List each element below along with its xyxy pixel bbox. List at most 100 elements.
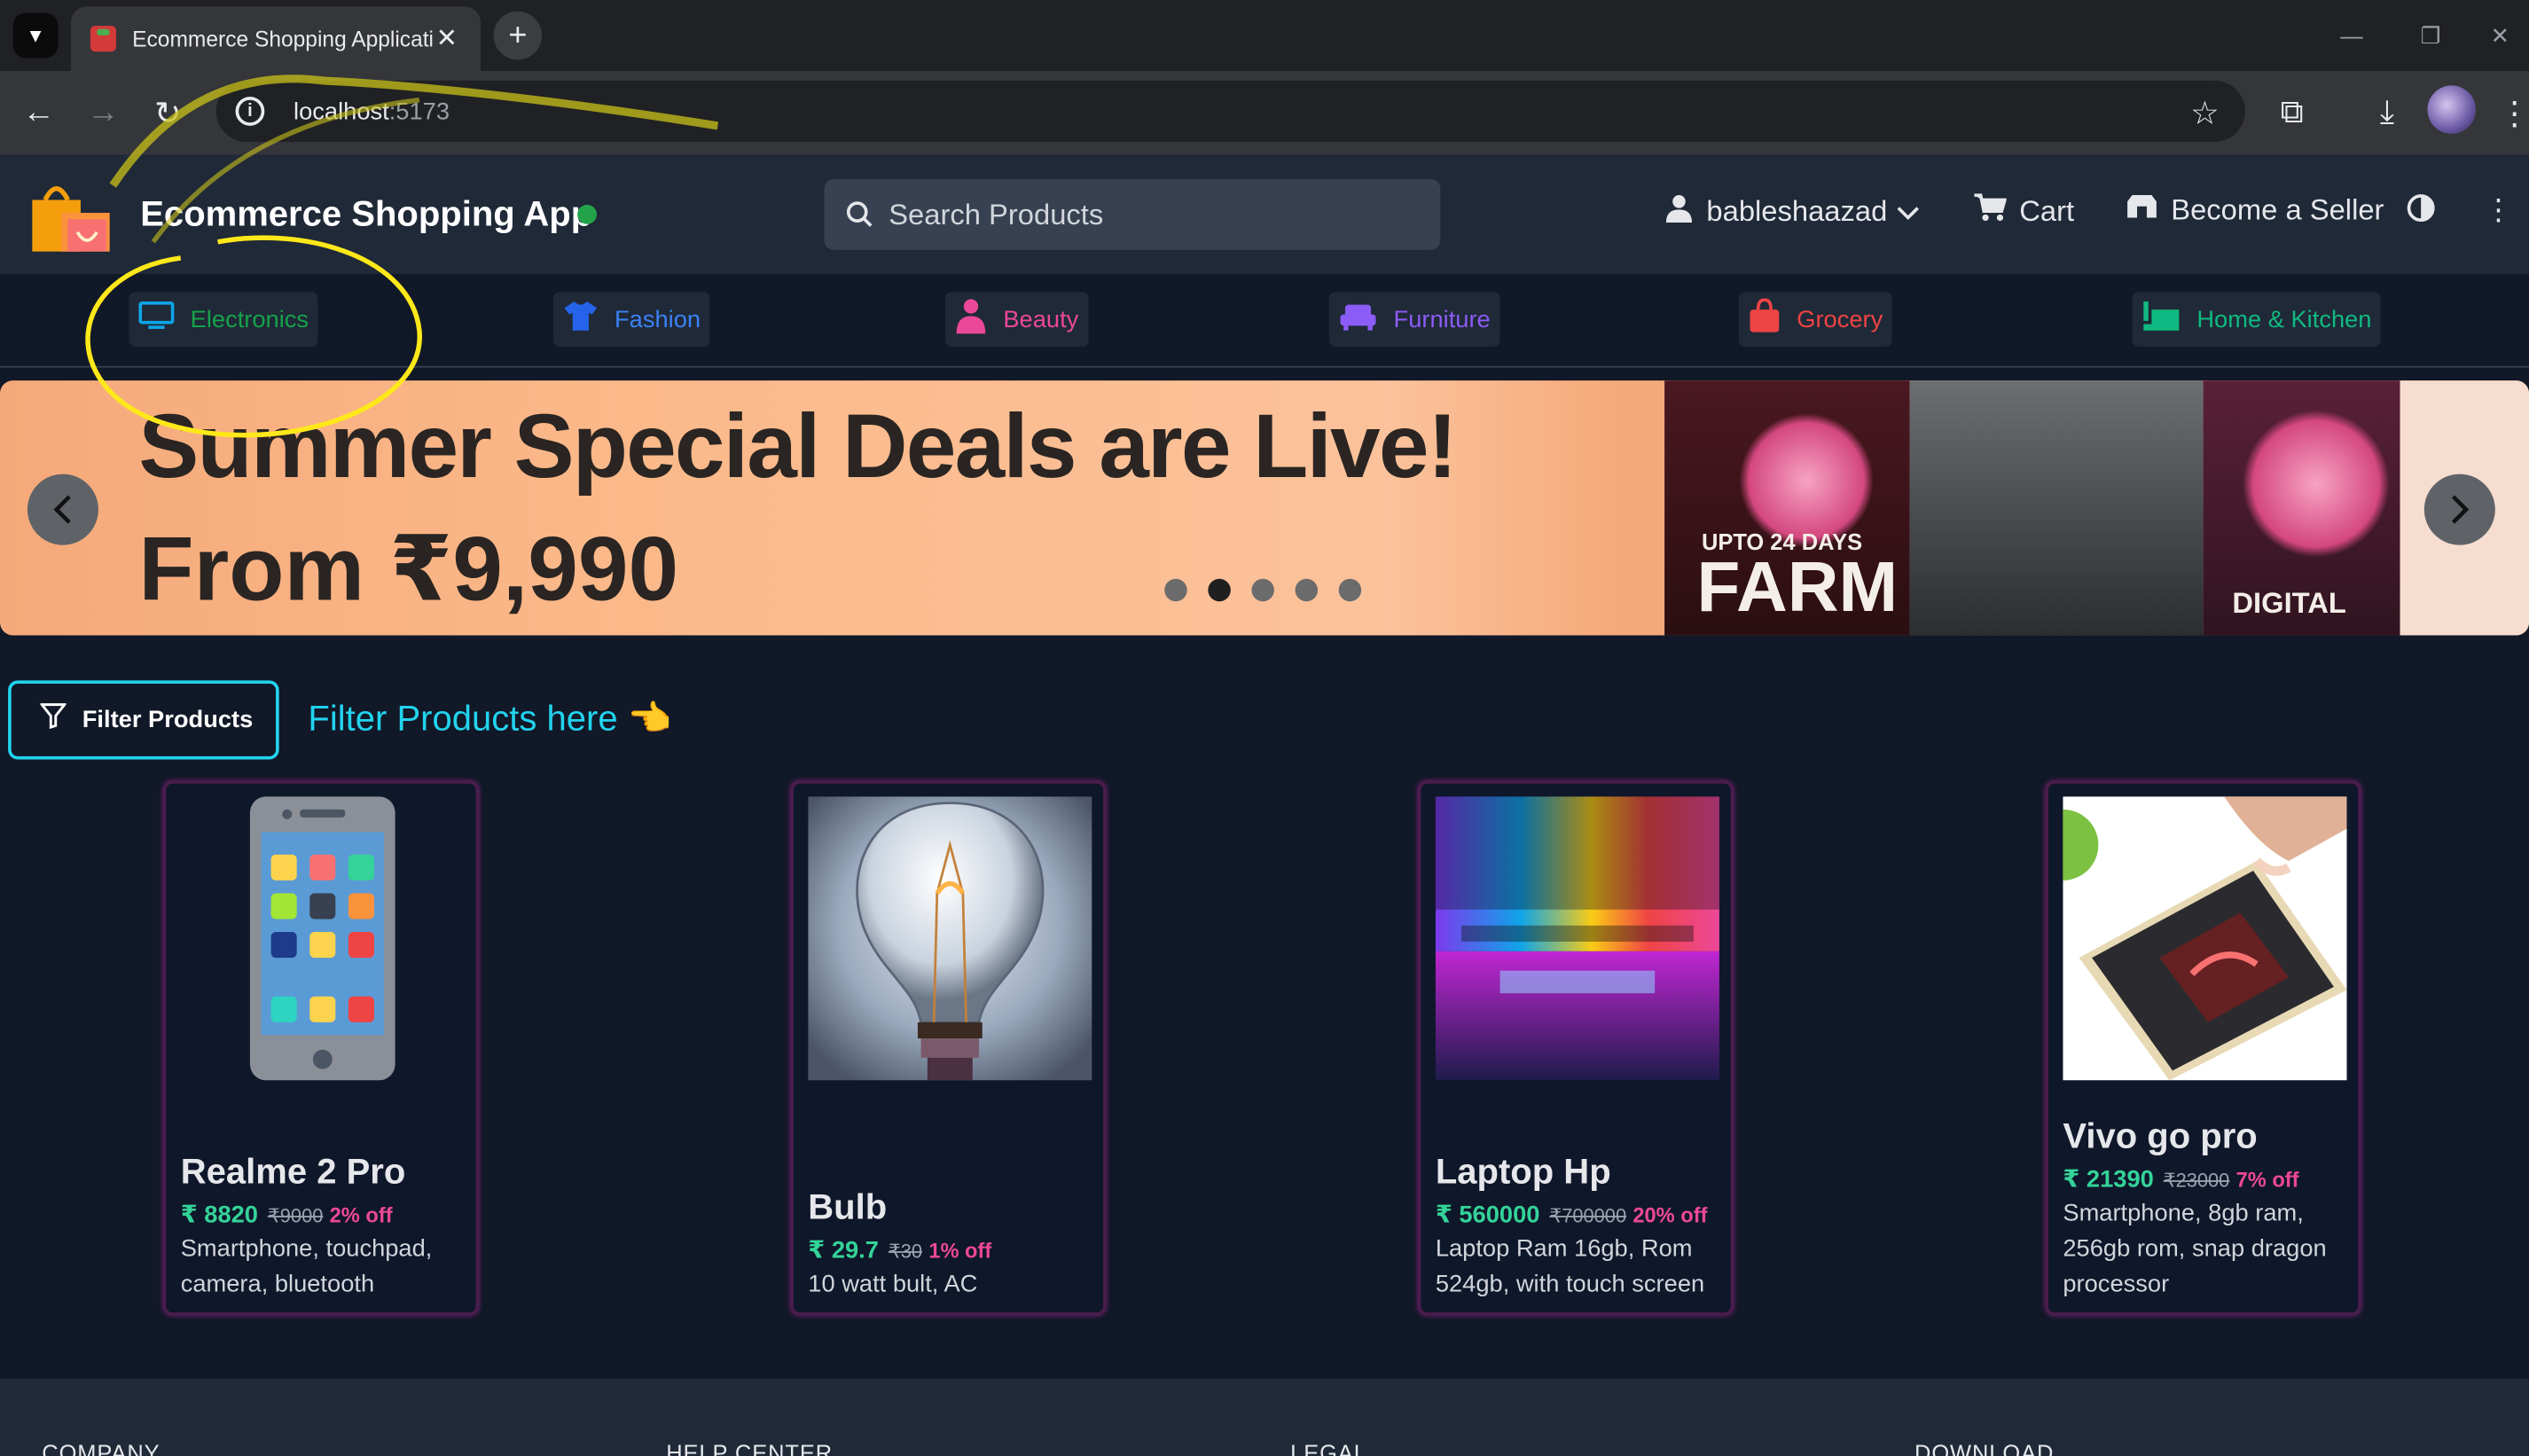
category-electronics[interactable]: Electronics [129, 292, 318, 347]
minimize-button[interactable]: — [2313, 0, 2390, 71]
cart-link[interactable]: Cart [1974, 193, 2074, 231]
product-card[interactable]: Vivo go pro ₹ 21390 ₹23000 7% off Smartpho… [2045, 780, 2361, 1316]
product-price: ₹ 21390 [2063, 1165, 2154, 1194]
kitchen-icon [2141, 299, 2181, 339]
brand-title[interactable]: Ecommerce Shopping App [140, 193, 592, 235]
product-price: ₹ 560000 [1435, 1201, 1540, 1229]
flower-image [1738, 412, 1875, 549]
banner-digital: DIGITAL [2232, 586, 2346, 620]
carousel-dot[interactable] [1338, 578, 1362, 602]
product-card[interactable]: Realme 2 Pro ₹ 8820 ₹9000 2% off Smartphon… [162, 780, 480, 1316]
product-description: Smartphone, touchpad, camera, bluetooth [180, 1234, 433, 1298]
footer-heading: COMPANY [42, 1439, 161, 1456]
category-grocery[interactable]: Grocery [1738, 292, 1893, 347]
funnel-icon [39, 703, 67, 737]
search-box[interactable] [824, 178, 1441, 250]
footer-heading: LEGAL [1290, 1439, 1367, 1456]
phone-illustration-image [180, 796, 465, 1081]
become-seller-link[interactable]: Become a Seller [2126, 193, 2384, 227]
product-name[interactable]: Laptop Hp [1436, 1151, 1611, 1193]
category-home-kitchen[interactable]: Home & Kitchen [2132, 292, 2382, 347]
profile-avatar[interactable] [2427, 85, 2477, 134]
close-window-button[interactable]: ✕ [2471, 0, 2529, 71]
new-tab-button[interactable]: + [493, 11, 543, 60]
restore-button[interactable]: ❐ [2392, 0, 2469, 71]
footer: COMPANY HELP CENTER LEGAL DOWNLOAD [0, 1378, 2529, 1456]
close-tab-icon[interactable]: ✕ [432, 22, 461, 54]
store-icon [2126, 193, 2157, 227]
carousel-dot[interactable] [1295, 578, 1319, 602]
browser-menu-icon[interactable]: ⋮ [2495, 93, 2529, 132]
product-mrp: ₹30 [888, 1240, 923, 1263]
tab-title: Ecommerce Shopping Applicati [132, 27, 433, 51]
product-price: ₹ 29.7 [808, 1236, 879, 1264]
category-bar: Electronics Fashion Beauty Furniture Gro… [0, 274, 2529, 368]
user-menu[interactable]: bableshaazad [1664, 193, 1920, 231]
search-input[interactable] [889, 197, 1405, 231]
more-options-icon[interactable]: ⋮ [2484, 193, 2513, 227]
favicon-icon [90, 26, 116, 52]
filter-hint-text: Filter Products here [308, 698, 618, 739]
user-icon [1664, 193, 1694, 231]
category-label: Beauty [1003, 305, 1079, 333]
carousel-dot[interactable] [1164, 578, 1187, 602]
address-bar[interactable]: i localhost:5173 ☆ [215, 80, 2245, 143]
product-card[interactable]: Bulb ₹ 29.7 ₹30 1% off 10 watt bult, AC [790, 780, 1107, 1316]
category-beauty[interactable]: Beauty [944, 292, 1089, 347]
url-host: localhost [294, 98, 389, 125]
flower-image [2242, 409, 2391, 559]
category-fashion[interactable]: Fashion [552, 292, 710, 347]
product-description: 10 watt bult, AC [808, 1270, 978, 1298]
banner-farm: FARM [1696, 548, 1899, 628]
product-card[interactable]: Laptop Hp ₹ 560000 ₹700000 20% off Laptop … [1417, 780, 1734, 1316]
url-port: :5173 [388, 98, 450, 125]
back-icon[interactable]: ← [20, 93, 59, 132]
smartphone-photo-image [2063, 796, 2347, 1081]
shopping-bag-logo-icon[interactable] [29, 174, 114, 254]
promo-banner[interactable]: Summer Special Deals are Live! From ₹9,9… [0, 380, 2529, 636]
banner-panel-appliance [1909, 380, 2204, 636]
price-row: ₹ 29.7 ₹30 1% off [808, 1235, 991, 1264]
carousel-next-button[interactable] [2423, 474, 2495, 545]
product-name[interactable]: Bulb [808, 1186, 887, 1228]
product-mrp: ₹23000 [2163, 1169, 2230, 1192]
forward-icon[interactable]: → [84, 93, 123, 132]
footer-heading: DOWNLOAD [1914, 1439, 2055, 1456]
globe-icon [577, 204, 597, 224]
seller-label: Become a Seller [2171, 193, 2384, 226]
product-name[interactable]: Realme 2 Pro [181, 1151, 406, 1193]
bookmark-star-icon[interactable]: ☆ [2190, 93, 2220, 133]
laptop-photo-image [1435, 796, 1719, 1081]
category-furniture[interactable]: Furniture [1328, 292, 1500, 347]
carousel-dot[interactable] [1251, 578, 1274, 602]
browser-tab-bar: ▼ Ecommerce Shopping Applicati ✕ + — ❐ ✕ [0, 0, 2529, 72]
chevron-right-icon [2451, 495, 2470, 524]
tshirt-icon [563, 299, 599, 339]
product-discount: 7% off [2235, 1167, 2299, 1192]
cart-icon [1974, 193, 2008, 231]
carousel-prev-button[interactable] [27, 474, 98, 545]
price-row: ₹ 21390 ₹23000 7% off [2063, 1164, 2298, 1194]
pointing-hand-icon: 👈 [627, 698, 672, 739]
browser-tab[interactable]: Ecommerce Shopping Applicati ✕ [71, 6, 482, 72]
download-icon[interactable]: ⤓ [2368, 93, 2407, 132]
filter-button-label: Filter Products [82, 706, 254, 734]
product-mrp: ₹700000 [1549, 1204, 1627, 1227]
category-label: Electronics [190, 305, 309, 333]
extensions-icon[interactable]: ⧉ [2273, 93, 2312, 132]
tab-search-button[interactable]: ▼ [12, 12, 59, 59]
contrast-icon [2407, 194, 2435, 223]
theme-toggle[interactable] [2407, 193, 2436, 223]
filter-products-button[interactable]: Filter Products [8, 680, 279, 760]
product-price: ₹ 8820 [180, 1201, 258, 1229]
footer-heading: HELP CENTER [666, 1439, 834, 1456]
product-name[interactable]: Vivo go pro [2063, 1115, 2257, 1157]
filter-hint: Filter Products here 👈 [308, 698, 671, 740]
carousel-dot-active[interactable] [1208, 578, 1231, 602]
site-info-icon[interactable]: i [235, 97, 265, 126]
username-label: bableshaazad [1706, 195, 1888, 228]
cart-label: Cart [2019, 195, 2075, 228]
reload-icon[interactable]: ↻ [148, 93, 187, 132]
price-row: ₹ 560000 ₹700000 20% off [1436, 1200, 1708, 1229]
banner-subline: From ₹9,990 [138, 517, 679, 620]
